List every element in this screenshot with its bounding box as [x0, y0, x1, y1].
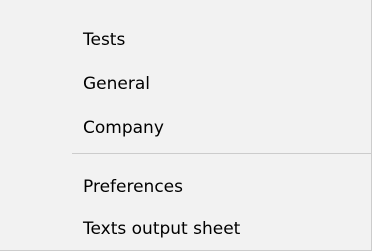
- menu-item-label: Tests: [83, 30, 126, 50]
- context-menu: Tests General Company Preferences Texts …: [0, 0, 372, 251]
- menu-item-label: Preferences: [83, 177, 183, 197]
- menu-item-label: General: [83, 74, 150, 94]
- menu-item-texts-output-sheet[interactable]: Texts output sheet: [0, 209, 371, 249]
- menu-item-company[interactable]: Company: [0, 106, 371, 150]
- menu-item-general[interactable]: General: [0, 62, 371, 106]
- menu-item-tests[interactable]: Tests: [0, 18, 371, 62]
- menu-item-preferences[interactable]: Preferences: [0, 165, 371, 209]
- menu-item-label: Texts output sheet: [83, 219, 241, 239]
- menu-separator: [72, 153, 371, 154]
- menu-item-label: Company: [83, 118, 164, 138]
